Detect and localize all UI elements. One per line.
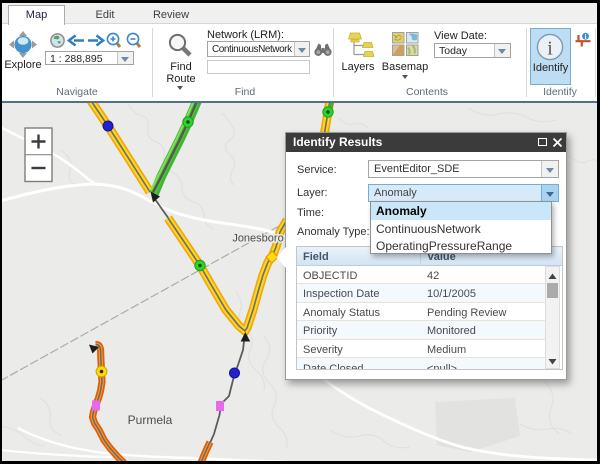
svg-text:Purmela: Purmela	[128, 413, 173, 427]
svg-text:Jonesboro: Jonesboro	[232, 233, 283, 245]
svg-text:i: i	[584, 32, 586, 41]
svg-text:i: i	[547, 38, 553, 60]
